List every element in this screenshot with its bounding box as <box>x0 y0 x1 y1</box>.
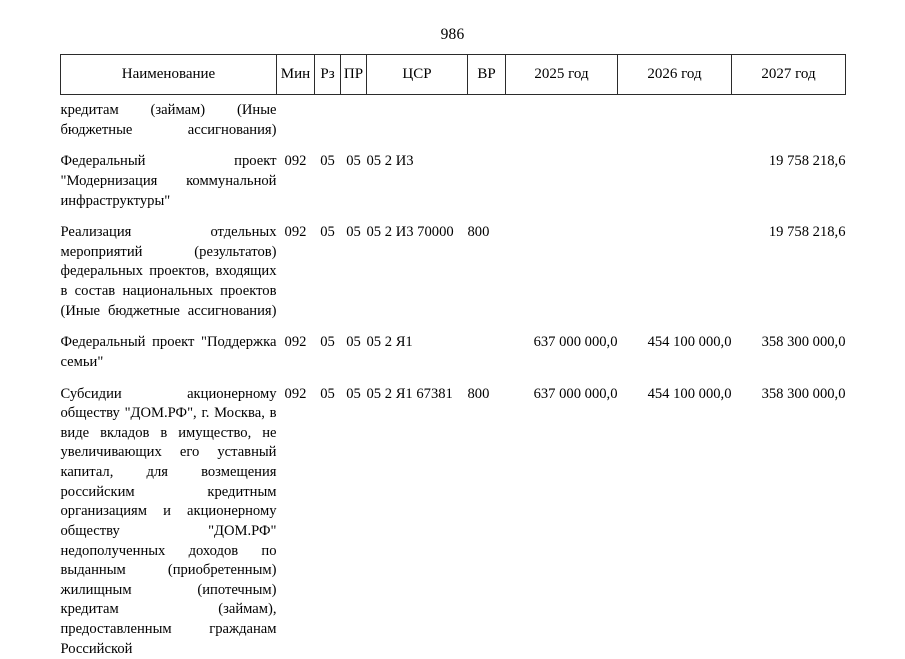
row-csr: 05 2 Я1 67381 <box>367 385 468 659</box>
row-rz: 05 <box>315 152 341 211</box>
column-header-rz: Рз <box>315 55 341 95</box>
row-pr: 05 <box>341 152 367 211</box>
row-vr <box>468 333 506 372</box>
row-vr: 800 <box>468 223 506 321</box>
table-row: кредитам (займам) (Иные бюджетные ассигн… <box>61 95 846 141</box>
column-header-year-2026: 2026 год <box>618 55 732 95</box>
row-name: Федеральный проект "Модернизация коммуна… <box>61 152 277 211</box>
row-vr <box>468 152 506 211</box>
row-csr: 05 2 И3 <box>367 152 468 211</box>
row-amount-2025: 637 000 000,0 <box>506 385 618 659</box>
row-amount-2025 <box>506 152 618 211</box>
row-min <box>277 95 315 141</box>
row-name: Субсидии акционерному обществу "ДОМ.РФ",… <box>61 385 277 659</box>
row-amount-2025 <box>506 95 618 141</box>
table-row: Федеральный проект "Модернизация коммуна… <box>61 152 846 211</box>
table-row: Реализация отдельных мероприятий (резуль… <box>61 223 846 321</box>
row-vr: 800 <box>468 385 506 659</box>
row-amount-2026: 454 100 000,0 <box>618 333 732 372</box>
row-min: 092 <box>277 385 315 659</box>
row-rz: 05 <box>315 223 341 321</box>
row-gap <box>61 140 846 152</box>
row-pr: 05 <box>341 385 367 659</box>
row-amount-2026: 454 100 000,0 <box>618 385 732 659</box>
table-row: Федеральный проект "Поддержка семьи" 092… <box>61 333 846 372</box>
column-header-name: Наименование <box>61 55 277 95</box>
row-amount-2027 <box>732 95 846 141</box>
row-amount-2027: 19 758 218,6 <box>732 223 846 321</box>
row-min: 092 <box>277 152 315 211</box>
table-row: Субсидии акционерному обществу "ДОМ.РФ",… <box>61 385 846 659</box>
row-csr <box>367 95 468 141</box>
row-csr: 05 2 Я1 <box>367 333 468 372</box>
column-header-year-2025: 2025 год <box>506 55 618 95</box>
row-rz: 05 <box>315 333 341 372</box>
column-header-year-2027: 2027 год <box>732 55 846 95</box>
row-gap <box>61 321 846 333</box>
row-vr <box>468 95 506 141</box>
row-name: Федеральный проект "Поддержка семьи" <box>61 333 277 372</box>
row-amount-2025: 637 000 000,0 <box>506 333 618 372</box>
row-name: кредитам (займам) (Иные бюджетные ассигн… <box>61 95 277 141</box>
row-amount-2027: 358 300 000,0 <box>732 333 846 372</box>
row-rz <box>315 95 341 141</box>
document-page: 986 Наименование Мин Рз ПР ЦСР ВР 2025 г… <box>0 0 905 640</box>
row-rz: 05 <box>315 385 341 659</box>
row-csr: 05 2 И3 70000 <box>367 223 468 321</box>
row-min: 092 <box>277 333 315 372</box>
column-header-csr: ЦСР <box>367 55 468 95</box>
row-min: 092 <box>277 223 315 321</box>
budget-allocations-table: Наименование Мин Рз ПР ЦСР ВР 2025 год 2… <box>60 54 846 659</box>
column-header-min: Мин <box>277 55 315 95</box>
table-header-row: Наименование Мин Рз ПР ЦСР ВР 2025 год 2… <box>61 55 846 95</box>
row-gap <box>61 211 846 223</box>
row-amount-2027: 19 758 218,6 <box>732 152 846 211</box>
row-amount-2025 <box>506 223 618 321</box>
row-pr: 05 <box>341 333 367 372</box>
row-gap <box>61 373 846 385</box>
page-number: 986 <box>0 26 905 44</box>
row-pr <box>341 95 367 141</box>
row-amount-2026 <box>618 223 732 321</box>
row-pr: 05 <box>341 223 367 321</box>
column-header-pr: ПР <box>341 55 367 95</box>
row-name: Реализация отдельных мероприятий (резуль… <box>61 223 277 321</box>
row-amount-2027: 358 300 000,0 <box>732 385 846 659</box>
column-header-vr: ВР <box>468 55 506 95</box>
row-amount-2026 <box>618 95 732 141</box>
row-amount-2026 <box>618 152 732 211</box>
